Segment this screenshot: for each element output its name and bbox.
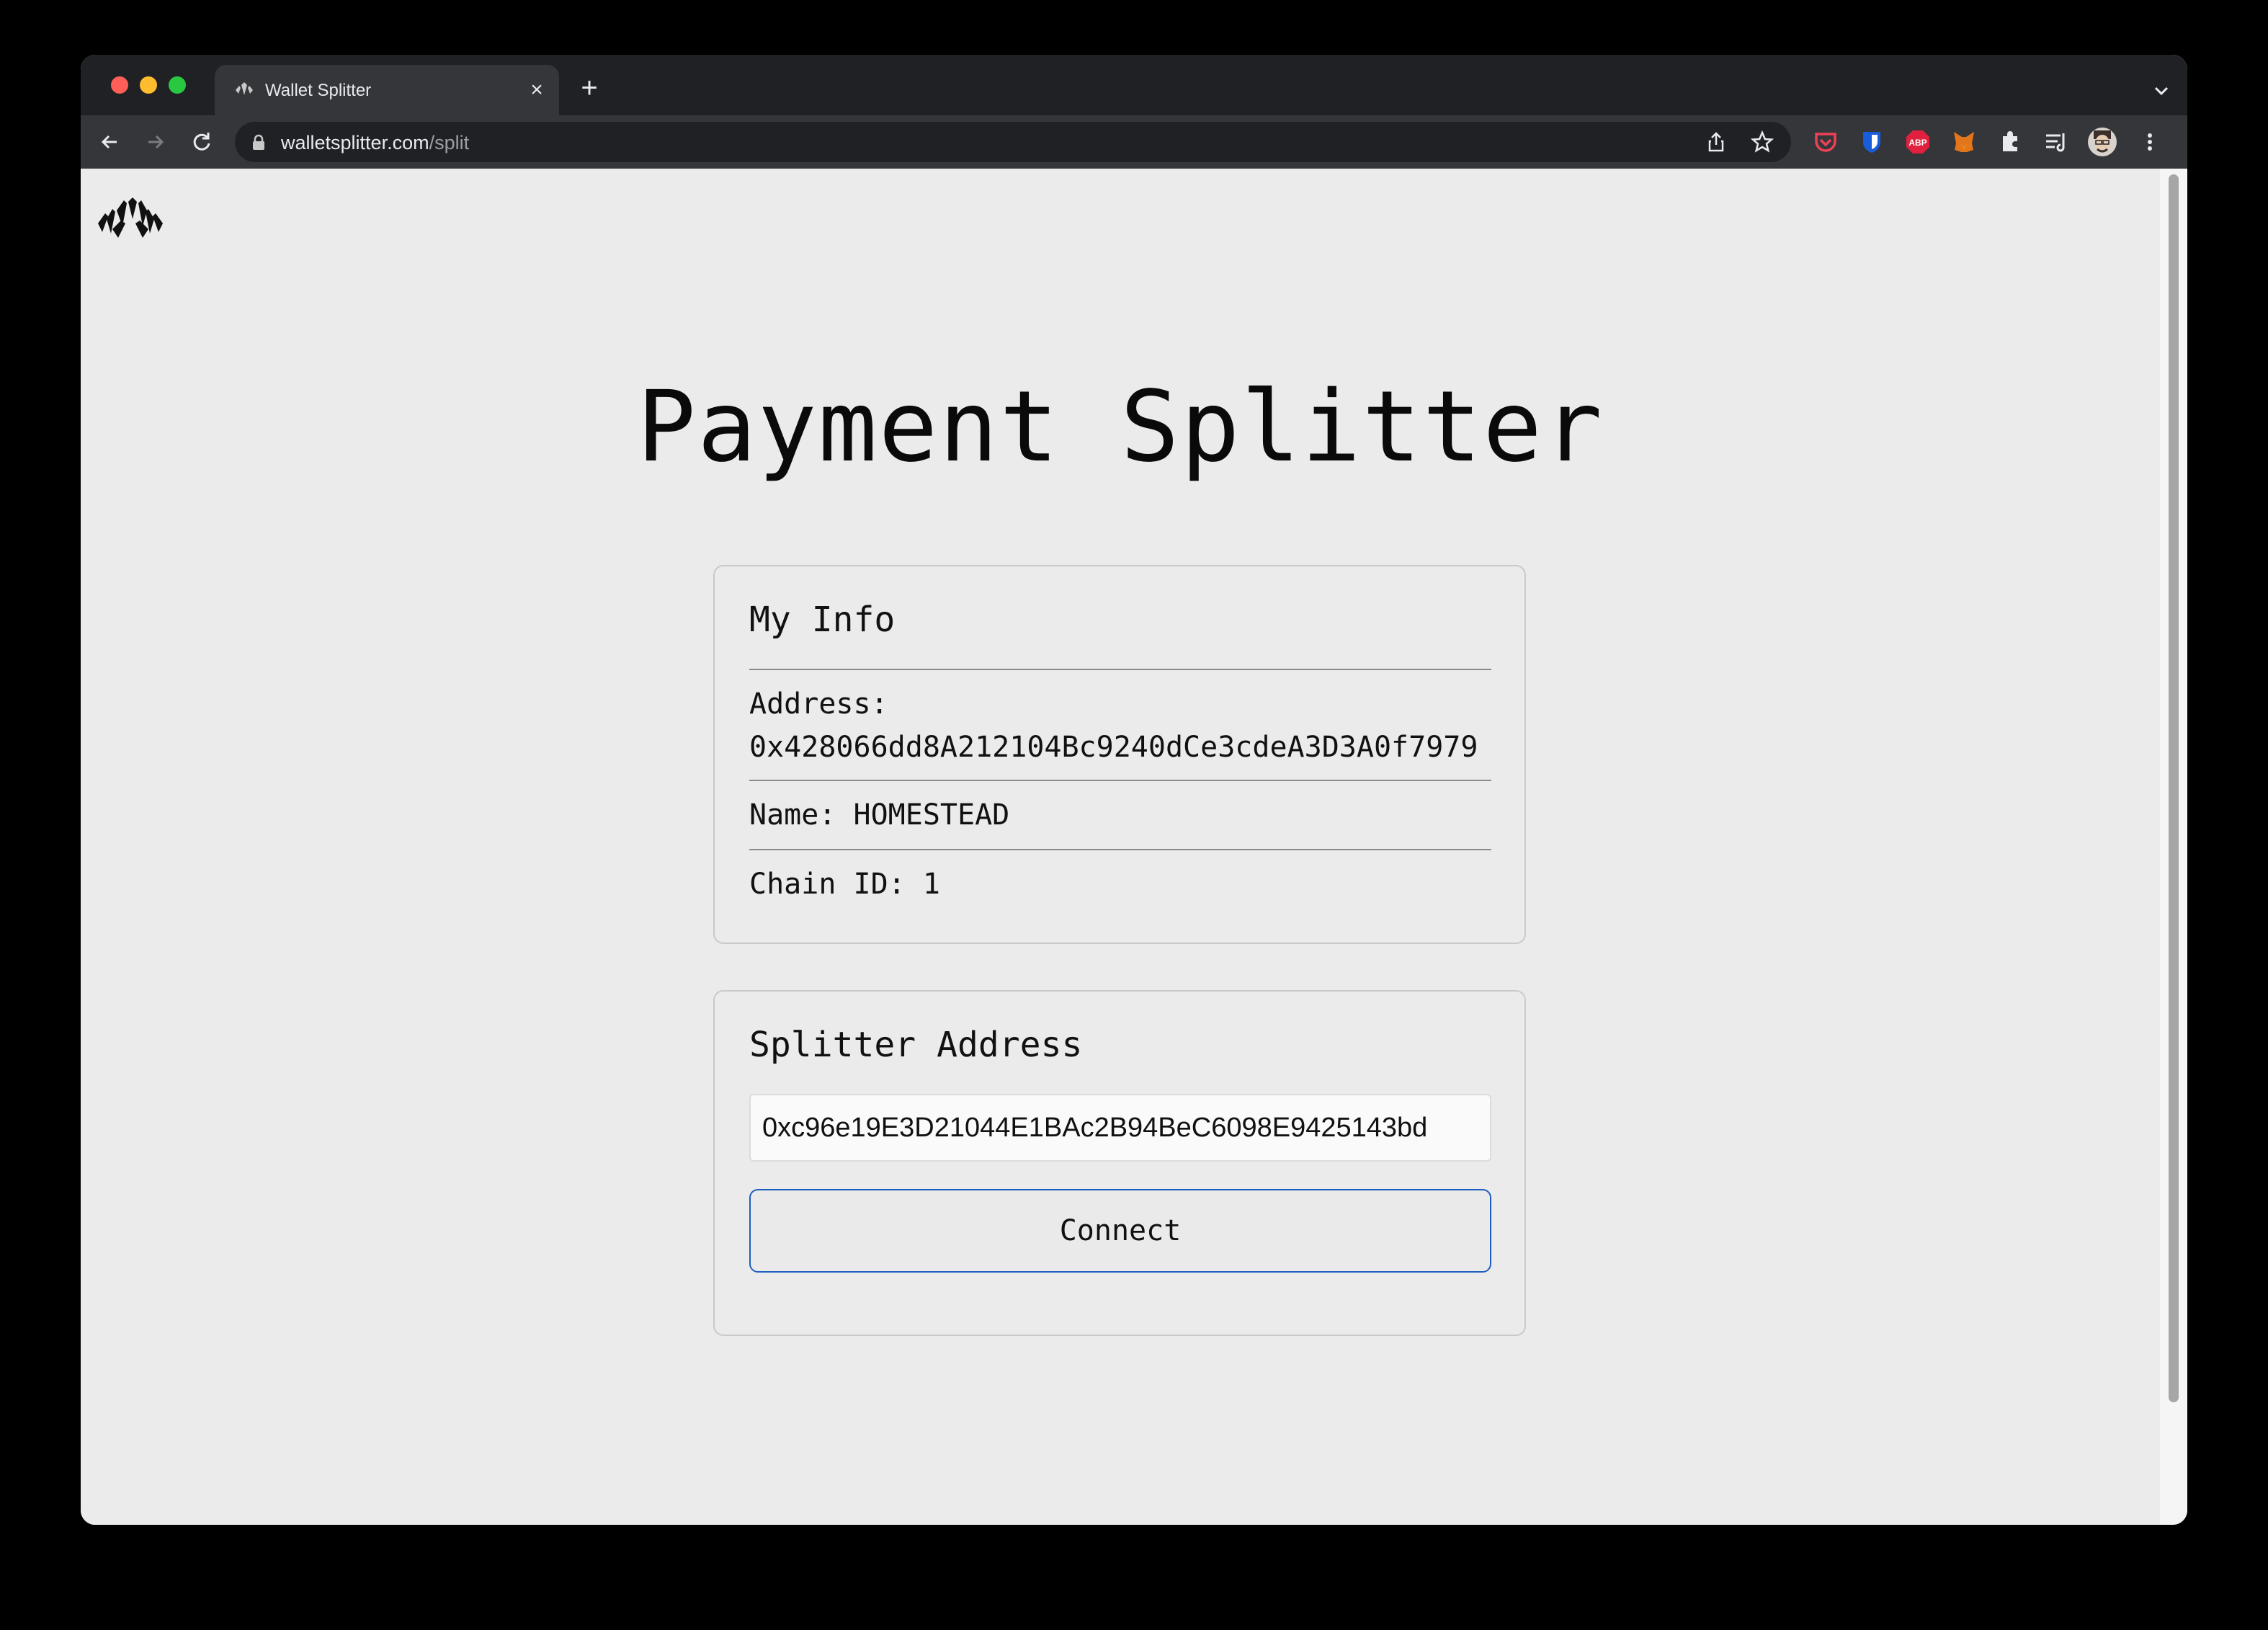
new-tab-button[interactable]: +: [575, 74, 604, 104]
splitter-address-heading: Splitter Address: [749, 1025, 1083, 1065]
network-name: Name: HOMESTEAD: [749, 798, 1010, 832]
tab-wallet-splitter[interactable]: Wallet Splitter ×: [215, 65, 559, 115]
divider: [749, 849, 1491, 850]
address-bar[interactable]: walletsplitter.com/split: [235, 122, 1791, 162]
url-path: /split: [429, 132, 470, 153]
minimize-window-button[interactable]: [140, 76, 157, 94]
divider: [749, 780, 1491, 781]
scrollbar[interactable]: [2160, 169, 2187, 1525]
splitter-address-card: Splitter Address Connect: [713, 990, 1526, 1336]
bookmark-star-icon[interactable]: [1751, 130, 1774, 153]
profile-avatar[interactable]: [2088, 128, 2117, 156]
adblock-plus-extension-icon[interactable]: ABP: [1905, 129, 1931, 155]
address-label: Address:: [749, 687, 888, 721]
browser-window: Wallet Splitter × + walletsplitter.com/s…: [81, 55, 2187, 1525]
page-content: Payment Splitter My Info Address: 0x4280…: [81, 169, 2160, 1525]
url-host: walletsplitter.com: [281, 132, 429, 153]
splitter-address-input[interactable]: [749, 1094, 1491, 1162]
close-window-button[interactable]: [111, 76, 128, 94]
bitwarden-extension-icon[interactable]: [1859, 129, 1885, 155]
address-value: 0x428066dd8A212104Bc9240dCe3cdeA3D3A0f79…: [749, 731, 1478, 764]
connect-button[interactable]: Connect: [749, 1189, 1491, 1273]
chevron-down-icon[interactable]: [2151, 81, 2171, 101]
site-logo-icon[interactable]: [97, 197, 164, 244]
chain-id: Chain ID: 1: [749, 868, 940, 901]
lock-icon: [253, 134, 264, 150]
scrollbar-thumb[interactable]: [2169, 174, 2179, 1402]
kebab-menu-icon[interactable]: [2137, 129, 2163, 155]
url-text: walletsplitter.com/split: [281, 132, 469, 154]
site-favicon-icon: [236, 82, 253, 95]
avatar-face-icon: [2094, 130, 2111, 153]
tab-close-icon[interactable]: ×: [524, 78, 549, 102]
divider: [749, 669, 1491, 670]
metamask-fox-icon[interactable]: [1951, 129, 1977, 155]
tab-strip: Wallet Splitter × +: [81, 55, 2187, 115]
svg-text:ABP: ABP: [1908, 138, 1927, 148]
my-info-card: My Info Address: 0x428066dd8A212104Bc924…: [713, 565, 1526, 944]
browser-toolbar: walletsplitter.com/split ABP: [81, 115, 2187, 170]
reload-icon[interactable]: [187, 128, 216, 156]
maximize-window-button[interactable]: [169, 76, 186, 94]
my-info-heading: My Info: [749, 600, 896, 640]
extensions-puzzle-icon[interactable]: [1997, 129, 2023, 155]
pocket-extension-icon[interactable]: [1813, 129, 1839, 155]
tab-title: Wallet Splitter: [265, 81, 372, 100]
reading-list-icon[interactable]: [2043, 129, 2069, 155]
back-arrow-icon[interactable]: [95, 128, 124, 156]
share-icon[interactable]: [1705, 130, 1728, 153]
page-title: Payment Splitter: [636, 370, 1604, 484]
forward-arrow-icon[interactable]: [141, 128, 170, 156]
